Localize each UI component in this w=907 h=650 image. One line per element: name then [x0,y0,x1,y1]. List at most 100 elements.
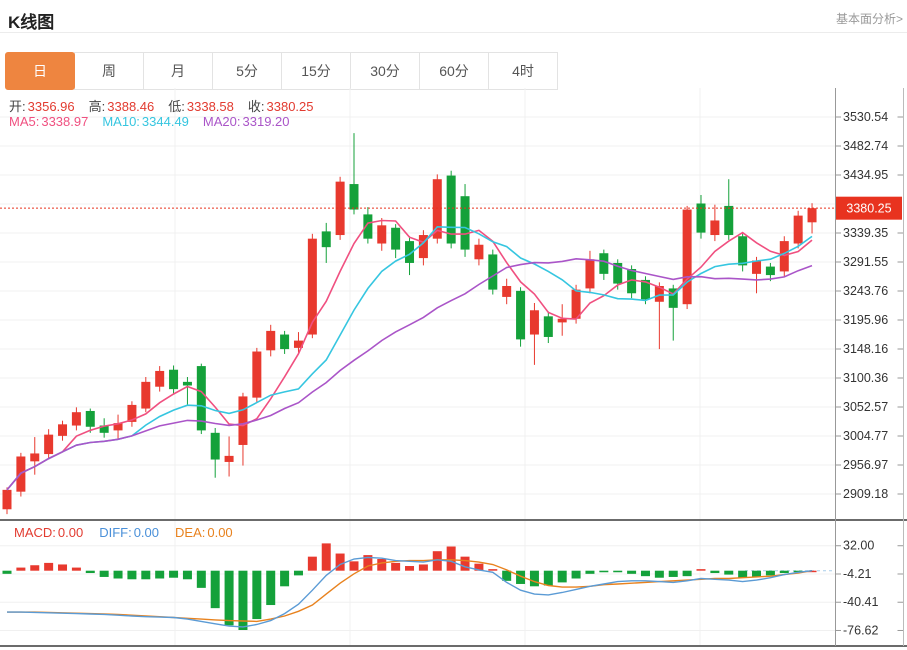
candle-body [211,433,220,460]
candle-body [516,291,525,340]
candle-body [252,352,261,398]
candle-body [86,411,95,427]
candle-body [72,412,81,425]
y-axis-label: 2956.97 [843,458,888,472]
macd-bar [169,571,178,578]
macd-axis-label: -76.62 [843,623,878,637]
macd-bar [225,571,234,626]
macd-bar [100,571,109,577]
candle-body [141,382,150,409]
candle-body [530,310,539,334]
macd-bar [377,559,386,571]
y-axis-label: 2909.18 [843,487,888,501]
readout-value: 3356.96 [28,99,75,114]
macd-bar [58,564,67,570]
y-axis-label: 3434.95 [843,168,888,182]
current-price-badge-value: 3380.25 [846,202,891,216]
macd-bar [197,571,206,588]
readout-value: 0.00 [207,525,232,540]
readout-value: 3338.97 [41,114,88,129]
y-axis-label: 3148.16 [843,342,888,356]
candle-body [322,231,331,247]
macd-bar [780,571,789,573]
macd-bar [655,571,664,578]
macd-bar [738,571,747,578]
macd-bar [336,554,345,571]
macd-bar [155,571,164,579]
macd-bar [724,571,733,575]
macd-bar [252,571,261,619]
y-axis-label: 3243.76 [843,284,888,298]
candle-body [724,206,733,235]
macd-axis-label: -4.21 [843,567,872,581]
candle-body [280,335,289,350]
candle-body [169,370,178,389]
macd-bar [447,547,456,571]
readout-label: DEA: [175,525,205,540]
macd-bar [350,561,359,570]
macd-axis-label: -40.41 [843,595,878,609]
readout-label: 高: [89,99,106,114]
macd-bar [544,571,553,586]
macd-bar [114,571,123,579]
readout-value: 0.00 [134,525,159,540]
readout-label: 开: [9,99,26,114]
macd-bar [280,571,289,587]
candle-body [461,196,470,249]
tab-period-0[interactable]: 日 [5,52,75,90]
readout-value: 0.00 [58,525,83,540]
candle-body [585,259,594,288]
candle-body [808,208,817,222]
macd-bar [461,557,470,571]
readout-value: 3338.58 [187,99,234,114]
candle-body [308,239,317,335]
candle-body [710,220,719,235]
macd-axis-label: 32.00 [843,539,874,553]
candle-body [225,456,234,462]
candle-body [474,245,483,260]
macd-bar [683,571,692,576]
macd-bar [391,563,400,571]
macd-bar [572,571,581,579]
candle-body [488,254,497,289]
macd-bar [613,571,622,573]
candle-body [266,331,275,350]
readout-label: MACD: [14,525,56,540]
y-axis-label: 3291.55 [843,255,888,269]
macd-bar [766,571,775,576]
readout-value: 3380.25 [267,99,314,114]
readout-label: 收: [248,99,265,114]
readout-label: 低: [168,99,185,114]
candle-body [780,241,789,271]
candle-body [30,453,39,461]
macd-bar [599,571,608,573]
readout-value: 3388.46 [107,99,154,114]
candle-body [683,210,692,305]
candle-body [350,184,359,209]
candle-body [183,382,192,386]
candle-body [502,286,511,297]
readout-label: MA5: [9,114,39,129]
macd-bar [141,571,150,580]
macd-bar [405,566,414,571]
macd-bar [641,571,650,576]
candle-body [391,228,400,250]
macd-bar [30,565,39,570]
y-axis-label: 3530.54 [843,110,888,124]
readout-label: MA20: [203,114,241,129]
candle-body [44,435,53,454]
macd-bar [211,571,220,608]
macd-bar [72,568,81,571]
macd-bar [266,571,275,605]
readout-value: 3319.20 [243,114,290,129]
macd-bar [16,568,25,571]
macd-bar [322,543,331,570]
y-axis-label: 3482.74 [843,139,888,153]
y-axis-label: 3004.77 [843,429,888,443]
y-axis-label: 3339.35 [843,226,888,240]
macd-bar [558,571,567,583]
candle-body [3,490,12,509]
readout-value: 3344.49 [142,114,189,129]
candle-body [752,261,761,274]
macd-bar [308,557,317,571]
